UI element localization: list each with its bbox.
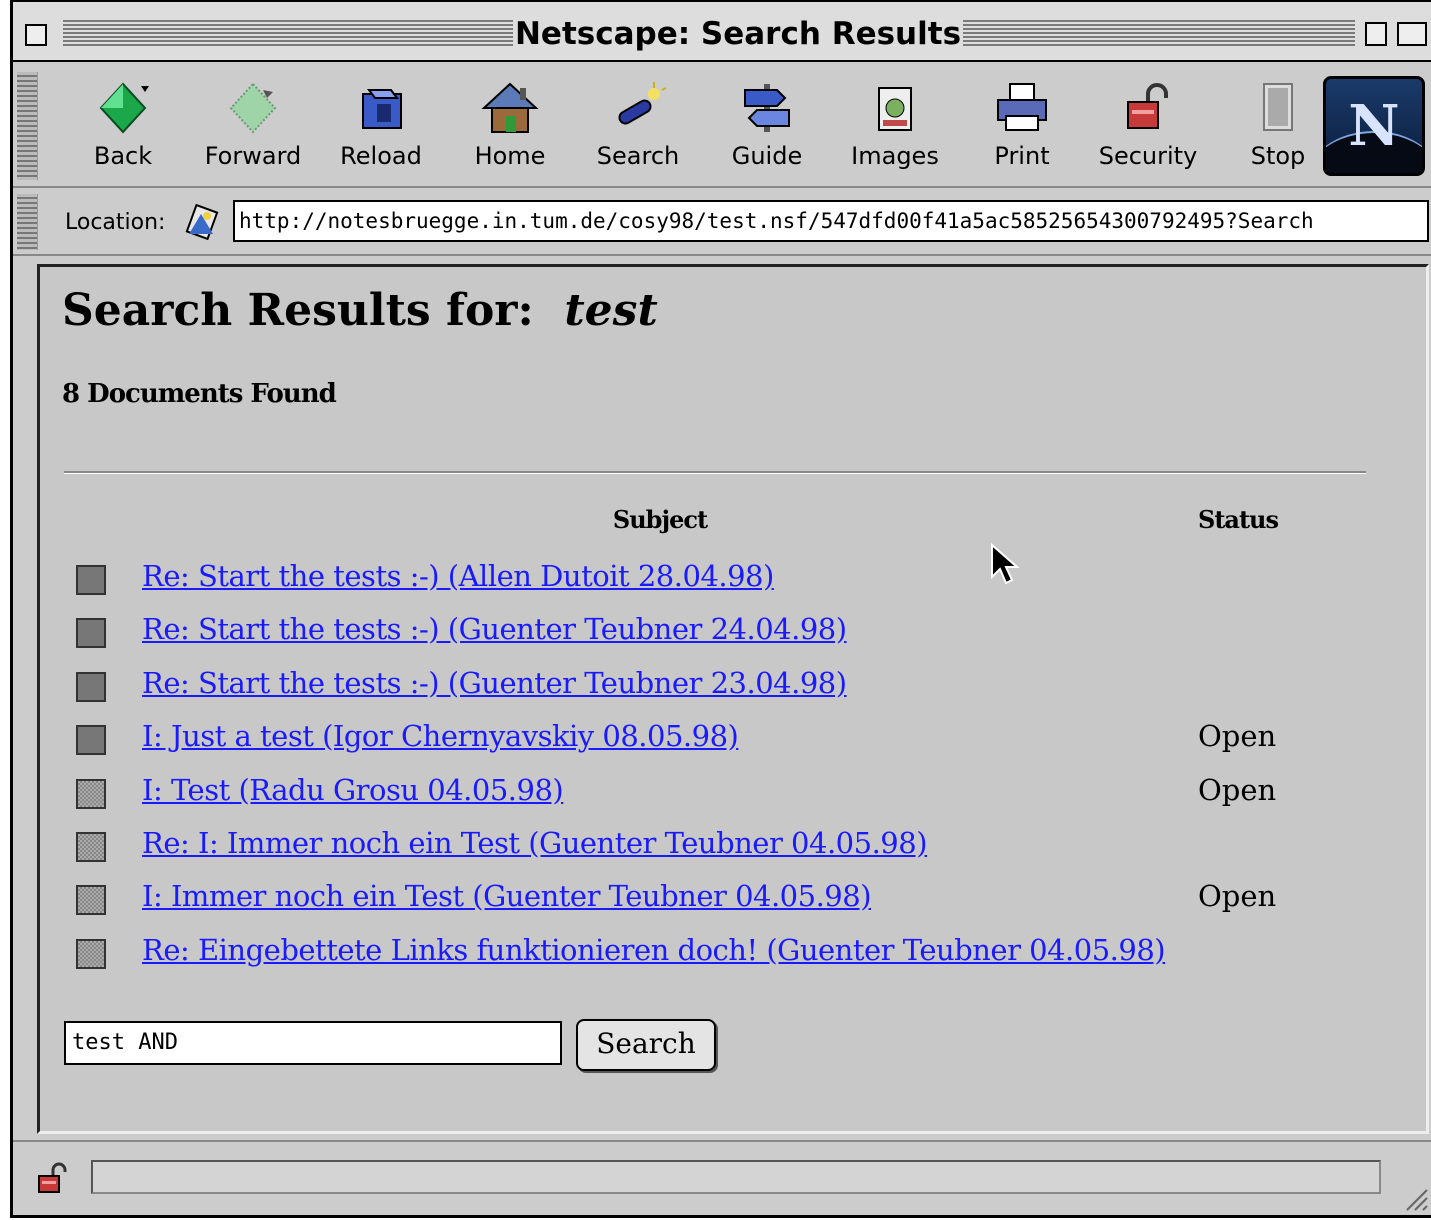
print-label: Print	[994, 142, 1050, 170]
result-row: Re: Start the tests :-) (Guenter Teubner…	[40, 606, 1420, 656]
back-arrow-icon	[99, 82, 149, 134]
forward-arrow-icon	[229, 82, 277, 134]
result-subject-link[interactable]: I: Just a test (Igor Chernyavskiy 08.05.…	[142, 719, 739, 753]
location-url-field[interactable]: http://notesbruegge.in.tum.de/cosy98/tes…	[233, 200, 1429, 242]
result-row: I: Just a test (Igor Chernyavskiy 08.05.…	[40, 713, 1420, 763]
result-row: Re: Start the tests :-) (Allen Dutoit 28…	[40, 553, 1420, 603]
heading-query: test	[564, 285, 658, 336]
guide-button[interactable]: Guide	[707, 80, 827, 176]
search-query-input[interactable]: test AND	[64, 1021, 562, 1065]
resize-grip-icon[interactable]	[1399, 1182, 1429, 1212]
result-subject-link[interactable]: I: Immer noch ein Test (Guenter Teubner …	[142, 879, 872, 913]
home-button[interactable]: Home	[450, 80, 570, 176]
security-lock-icon[interactable]	[35, 1160, 71, 1196]
toolbar-grip[interactable]	[17, 72, 38, 180]
back-label: Back	[93, 142, 153, 170]
result-status: Open	[1198, 879, 1277, 914]
status-bar	[13, 1140, 1431, 1214]
reload-label: Reload	[340, 142, 422, 170]
document-marker-icon	[76, 885, 106, 916]
navigation-toolbar: Back Forward Reload Home Search Guide Im…	[13, 66, 1431, 188]
column-header-status: Status	[1198, 505, 1279, 534]
status-text-field	[91, 1160, 1381, 1194]
stop-icon	[1263, 83, 1293, 131]
browser-window: Netscape: Search Results Back Forward Re…	[10, 0, 1431, 1218]
security-button[interactable]: Security	[1088, 80, 1208, 176]
zoom-box[interactable]	[1365, 22, 1387, 46]
document-marker-icon	[76, 778, 106, 809]
printer-icon	[997, 83, 1047, 131]
search-toolbar-label: Search	[596, 142, 680, 170]
result-subject-link[interactable]: Re: Start the tests :-) (Guenter Teubner…	[142, 666, 847, 700]
result-subject-link[interactable]: Re: Start the tests :-) (Guenter Teubner…	[142, 612, 847, 646]
result-row: I: Test (Radu Grosu 04.05.98) Open	[40, 767, 1420, 817]
search-toolbar-button[interactable]: Search	[578, 80, 698, 176]
result-row: Re: Eingebettete Links funktionieren doc…	[40, 927, 1420, 977]
result-row: I: Immer noch ein Test (Guenter Teubner …	[40, 873, 1420, 923]
document-marker-icon	[76, 618, 106, 649]
forward-label: Forward	[204, 142, 302, 170]
title-stripes-right	[963, 18, 1355, 46]
guide-signpost-icon	[744, 84, 790, 132]
page-content: Search Results for: test 8 Documents Fou…	[37, 264, 1429, 1134]
images-button[interactable]: Images	[835, 80, 955, 176]
images-icon	[878, 87, 912, 131]
document-marker-icon	[76, 671, 106, 702]
close-box[interactable]	[25, 24, 47, 46]
search-submit-button[interactable]: Search	[576, 1019, 716, 1071]
stop-label: Stop	[1250, 142, 1306, 170]
page-heading: Search Results for: test	[62, 285, 658, 336]
document-marker-icon	[76, 565, 106, 595]
location-grip[interactable]	[17, 194, 38, 250]
stop-button[interactable]: Stop	[1218, 80, 1338, 176]
security-label: Security	[1098, 142, 1198, 170]
result-subject-link[interactable]: Re: I: Immer noch ein Test (Guenter Teub…	[142, 826, 928, 860]
heading-prefix: Search Results for:	[62, 285, 534, 336]
horizontal-rule	[64, 471, 1366, 474]
back-button[interactable]: Back	[63, 80, 183, 176]
result-status: Open	[1198, 772, 1277, 807]
result-row: Re: Start the tests :-) (Guenter Teubner…	[40, 660, 1420, 710]
result-subject-link[interactable]: Re: Start the tests :-) (Allen Dutoit 28…	[142, 559, 774, 593]
page-proxy-icon[interactable]	[185, 204, 221, 240]
forward-button[interactable]: Forward	[193, 80, 313, 176]
result-subject-link[interactable]: Re: Eingebettete Links funktionieren doc…	[142, 933, 1166, 967]
netscape-logo[interactable]: N	[1323, 76, 1425, 176]
window-title: Netscape: Search Results	[513, 14, 963, 54]
title-stripes-left	[63, 18, 513, 46]
images-label: Images	[851, 142, 939, 170]
document-marker-icon	[76, 832, 106, 862]
search-flashlight-icon	[618, 82, 667, 125]
home-icon	[481, 82, 539, 133]
result-row: Re: I: Immer noch ein Test (Guenter Teub…	[40, 820, 1420, 870]
document-marker-icon	[76, 725, 106, 756]
result-subject-link[interactable]: I: Test (Radu Grosu 04.05.98)	[142, 773, 564, 807]
documents-found-count: 8 Documents Found	[62, 379, 337, 409]
print-button[interactable]: Print	[962, 80, 1082, 176]
document-marker-icon	[76, 938, 106, 969]
collapse-box[interactable]	[1397, 22, 1427, 46]
result-status: Open	[1198, 719, 1277, 754]
location-label: Location:	[65, 210, 166, 235]
location-bar: Location: http://notesbruegge.in.tum.de/…	[13, 190, 1431, 256]
home-label: Home	[474, 142, 546, 170]
padlock-icon	[1127, 83, 1168, 129]
reload-icon	[362, 89, 402, 129]
guide-label: Guide	[731, 142, 803, 170]
reload-button[interactable]: Reload	[321, 80, 441, 176]
column-header-subject: Subject	[612, 505, 708, 534]
title-bar[interactable]: Netscape: Search Results	[13, 0, 1431, 62]
logo-letter: N	[1348, 93, 1400, 159]
mouse-pointer-icon	[991, 543, 1020, 585]
